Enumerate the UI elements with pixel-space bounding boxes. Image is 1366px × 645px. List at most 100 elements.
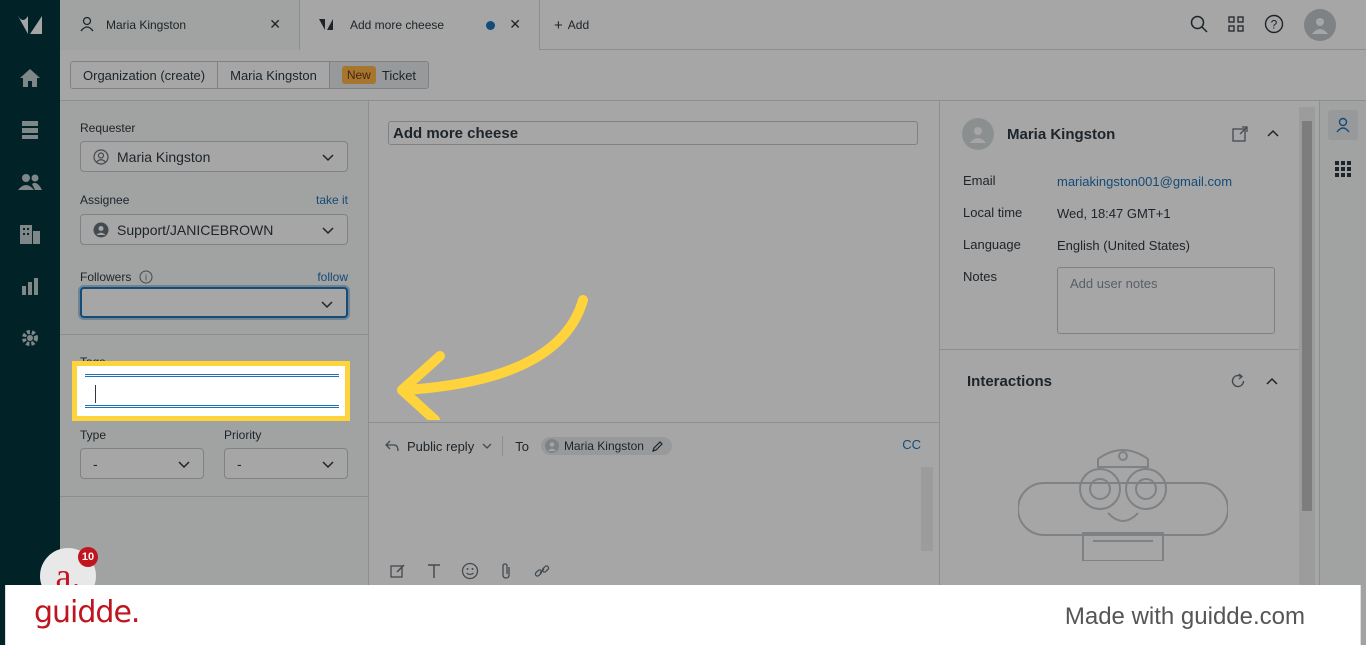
profile-avatar[interactable] <box>1304 9 1336 41</box>
link-icon[interactable] <box>533 562 551 583</box>
local-time-value: Wed, 18:47 GMT+1 <box>1057 206 1171 221</box>
plus-icon: + <box>554 16 563 34</box>
zendesk-logo-icon[interactable] <box>16 12 44 38</box>
info-icon: i <box>139 270 153 287</box>
user-name[interactable]: Maria Kingston <box>1007 126 1115 143</box>
panel-scrollbar[interactable] <box>1299 107 1315 589</box>
assignee-field[interactable]: Support/JANICEBROWN <box>80 214 348 245</box>
tab-maria-kingston[interactable]: Maria Kingston ✕ <box>60 0 300 50</box>
to-label: To <box>515 438 529 454</box>
top-right-toolbar: ? <box>1190 9 1336 41</box>
group-avatar-icon <box>93 222 109 238</box>
scrollbar-thumb[interactable] <box>1302 121 1312 511</box>
search-icon[interactable] <box>1190 15 1208 36</box>
notes-label: Notes <box>963 269 997 284</box>
requester-value: Maria Kingston <box>117 148 211 165</box>
chevron-down-icon <box>321 223 335 240</box>
chevron-down-icon <box>482 442 492 450</box>
type-field[interactable]: - <box>80 448 204 479</box>
breadcrumb-ticket-label: Ticket <box>381 67 417 83</box>
editor-scrollbar[interactable] <box>921 467 933 551</box>
chevron-up-icon[interactable] <box>1265 375 1279 390</box>
close-icon[interactable]: ✕ <box>269 16 281 33</box>
requester-field[interactable]: Maria Kingston <box>80 141 348 172</box>
compose-icon[interactable] <box>389 562 407 583</box>
language-label: Language <box>963 237 1021 252</box>
tab-label: Maria Kingston <box>106 18 187 32</box>
views-icon[interactable] <box>18 118 42 142</box>
settings-gear-icon[interactable] <box>18 326 42 350</box>
take-it-link[interactable]: take it <box>316 193 348 207</box>
breadcrumb-organization[interactable]: Organization (create) <box>71 62 219 88</box>
user-profile-icon[interactable] <box>1328 110 1358 140</box>
tags-highlight-frame <box>72 361 350 421</box>
chevron-down-icon <box>321 457 335 474</box>
editor-toolbar <box>389 562 551 583</box>
svg-text:?: ? <box>1271 17 1278 31</box>
breadcrumb-user[interactable]: Maria Kingston <box>218 62 330 88</box>
chevron-up-icon[interactable] <box>1266 127 1280 142</box>
home-icon[interactable] <box>18 66 42 90</box>
binoculars-illustration-icon <box>1017 441 1229 564</box>
add-tab-button[interactable]: + Add <box>554 0 589 50</box>
made-with-text: Made with guidde.com <box>1064 603 1305 630</box>
type-value: - <box>93 455 98 472</box>
user-icon <box>544 439 559 453</box>
svg-text:i: i <box>145 273 147 283</box>
organizations-icon[interactable] <box>18 222 42 246</box>
reporting-icon[interactable] <box>18 274 42 298</box>
tags-input[interactable] <box>85 374 339 408</box>
text-format-icon[interactable] <box>425 562 443 583</box>
unsaved-dot-icon <box>486 21 495 30</box>
tab-add-more-cheese[interactable]: Add more cheese ✕ <box>300 0 540 50</box>
cc-button[interactable]: CC <box>902 437 921 452</box>
add-tab-label: Add <box>567 18 590 32</box>
recipient-chip[interactable]: Maria Kingston <box>540 437 672 455</box>
customers-icon[interactable] <box>18 170 42 194</box>
help-icon[interactable]: ? <box>1264 14 1284 37</box>
follow-link[interactable]: follow <box>317 270 348 284</box>
chevron-down-icon <box>177 457 191 474</box>
pointer-arrow-icon <box>380 290 600 425</box>
subject-input[interactable]: Add more cheese <box>388 121 918 145</box>
divider <box>60 496 368 497</box>
breadcrumb-ticket[interactable]: New Ticket <box>329 62 429 88</box>
status-badge: New <box>341 66 376 84</box>
refresh-icon[interactable] <box>1230 373 1246 392</box>
edit-pencil-icon[interactable] <box>651 440 664 453</box>
reply-toolbar: Public reply To Maria Kingston CC <box>385 435 921 457</box>
user-icon <box>80 16 94 35</box>
email-value[interactable]: mariakingston001@gmail.com <box>1057 174 1232 189</box>
emoji-icon[interactable] <box>461 562 479 583</box>
type-label: Type <box>80 428 107 442</box>
close-icon[interactable]: ✕ <box>509 16 521 33</box>
user-icon <box>93 148 109 165</box>
interactions-heading: Interactions <box>967 373 1053 390</box>
priority-label: Priority <box>224 428 262 442</box>
divider <box>940 349 1299 350</box>
local-time-label: Local time <box>963 205 1023 220</box>
priority-value: - <box>237 455 242 472</box>
apps-strip <box>1319 101 1366 645</box>
followers-label: Followers i <box>80 270 153 287</box>
guidde-logo: guidde. <box>34 595 140 630</box>
reply-mode-selector[interactable]: Public reply <box>407 439 474 454</box>
tab-label: Add more cheese <box>350 18 445 32</box>
email-label: Email <box>963 173 996 188</box>
notes-textarea[interactable]: Add user notes <box>1057 267 1275 334</box>
requester-label: Requester <box>80 121 136 135</box>
followers-field[interactable] <box>80 287 348 318</box>
apps-grid-icon[interactable] <box>1335 161 1351 180</box>
reply-icon <box>385 440 399 452</box>
assignee-label: Assignee <box>80 193 130 207</box>
product-tray-icon[interactable] <box>1228 15 1244 35</box>
recipient-name: Maria Kingston <box>563 439 644 453</box>
priority-field[interactable]: - <box>224 448 348 479</box>
breadcrumb: Organization (create) Maria Kingston New… <box>70 61 430 89</box>
language-value: English (United States) <box>1057 238 1190 253</box>
open-external-icon[interactable] <box>1232 126 1248 145</box>
attachment-icon[interactable] <box>497 562 515 583</box>
divider <box>60 334 368 335</box>
top-bar: Maria Kingston ✕ Add more cheese ✕ + Add… <box>60 0 1366 50</box>
avatar <box>962 118 994 150</box>
